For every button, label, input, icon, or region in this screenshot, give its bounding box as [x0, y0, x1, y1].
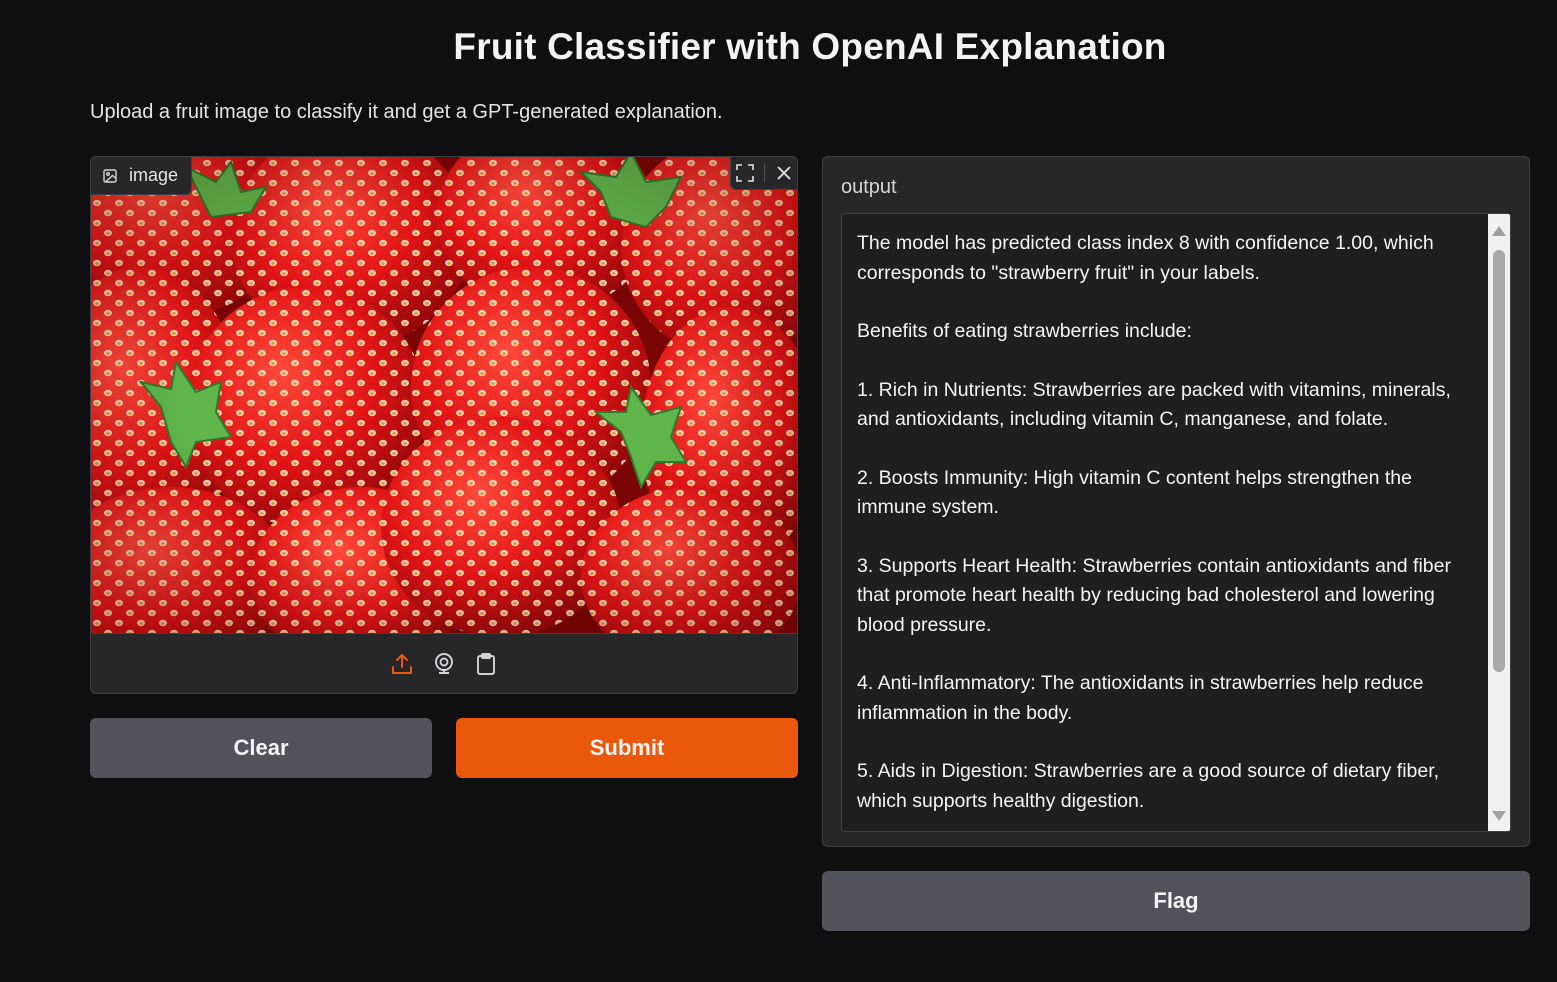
flag-button[interactable]: Flag — [822, 871, 1530, 931]
close-icon[interactable] — [776, 165, 792, 181]
scroll-down-arrow-icon[interactable] — [1492, 811, 1506, 821]
page-description: Upload a fruit image to classify it and … — [90, 101, 723, 123]
fullscreen-icon[interactable] — [736, 164, 754, 182]
scroll-up-arrow-icon[interactable] — [1492, 226, 1506, 236]
image-toolbar — [730, 157, 797, 190]
page-title: Fruit Classifier with OpenAI Explanation — [453, 26, 1167, 67]
output-label: output — [841, 176, 897, 198]
output-paragraph: 4. Anti-Inflammatory: The antioxidants i… — [857, 672, 1424, 724]
webcam-icon[interactable] — [432, 652, 456, 676]
upload-icon[interactable] — [390, 652, 414, 676]
output-text: The model has predicted class index 8 wi… — [857, 229, 1472, 831]
image-label-tag: image — [91, 157, 193, 195]
output-paragraph: The model has predicted class index 8 wi… — [857, 232, 1434, 284]
image-source-bar — [91, 633, 797, 693]
strawberry-photo — [91, 157, 797, 634]
output-paragraph: 3. Supports Heart Health: Strawberries c… — [857, 554, 1451, 636]
output-paragraph: 2. Boosts Immunity: High vitamin C conte… — [857, 466, 1412, 519]
output-paragraph: 5. Aids in Digestion: Strawberries are a… — [857, 760, 1440, 812]
image-input-panel: image — [90, 156, 798, 694]
output-scrollbar[interactable] — [1488, 214, 1510, 831]
submit-button[interactable]: Submit — [456, 718, 798, 778]
output-textbox[interactable]: The model has predicted class index 8 wi… — [841, 213, 1511, 832]
uploaded-image[interactable] — [91, 157, 797, 634]
image-icon — [103, 168, 117, 183]
output-paragraph: Benefits of eating strawberries include: — [857, 320, 1192, 342]
toolbar-divider — [764, 164, 766, 182]
clipboard-icon[interactable] — [474, 652, 498, 676]
clear-button[interactable]: Clear — [90, 718, 432, 778]
output-panel: output The model has predicted class ind… — [822, 156, 1530, 847]
output-paragraph: 1. Rich in Nutrients: Strawberries are p… — [857, 378, 1451, 431]
image-label: image — [129, 165, 179, 185]
scrollbar-thumb[interactable] — [1493, 250, 1505, 672]
